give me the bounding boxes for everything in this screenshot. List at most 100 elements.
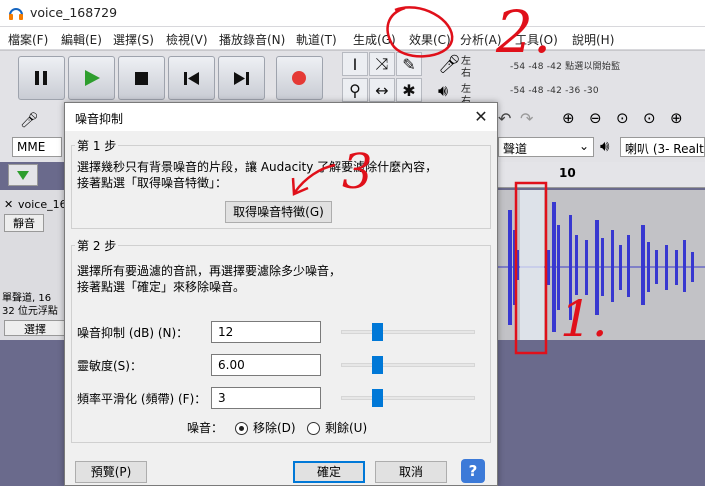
noise-reduction-slider[interactable] <box>341 330 475 334</box>
cancel-button[interactable]: 取消 <box>375 461 447 483</box>
timeshift-icon: ↔ <box>375 80 389 100</box>
skip-end-button[interactable] <box>218 56 265 100</box>
menu-effect[interactable]: 效果(C) <box>409 31 451 48</box>
remove-radio[interactable] <box>235 422 248 435</box>
noise-reduction-dialog: 噪音抑制 ✕ 第 1 步 選擇幾秒只有背景噪音的片段，讓 Audacity 了解… <box>64 102 498 486</box>
menu-view[interactable]: 檢視(V) <box>166 31 208 48</box>
menu-transport[interactable]: 播放錄音(N) <box>219 31 285 48</box>
sensitivity-slider[interactable] <box>341 363 475 367</box>
menu-tools[interactable]: 工具(O) <box>515 31 558 48</box>
multi-tool[interactable]: ✱ <box>396 78 422 102</box>
audio-host-value: MME <box>17 140 46 154</box>
get-noise-profile-button[interactable]: 取得噪音特徵(G) <box>225 201 332 223</box>
step1-text-line1: 選擇幾秒只有背景噪音的片段，讓 Audacity 了解要濾除什麼內容， <box>77 160 438 174</box>
multi-tool-icon: ✱ <box>402 80 416 100</box>
output-device-value: 喇叭 (3- Realte <box>625 142 705 156</box>
timeline-options-button[interactable] <box>8 164 38 186</box>
magnifier-icon: ⚲ <box>349 80 361 100</box>
track-select-button[interactable]: 選擇 <box>4 320 66 336</box>
envelope-tool[interactable]: ⤨ <box>369 52 395 76</box>
step1-title: 第 1 步 <box>75 137 119 154</box>
sensitivity-input[interactable]: 6.00 <box>211 354 321 376</box>
skip-start-icon <box>184 72 199 85</box>
pencil-icon: ✎ <box>402 54 416 74</box>
speaker-icon: 🔊︎ <box>438 81 449 100</box>
help-button[interactable]: ? <box>461 459 485 483</box>
draw-tool[interactable]: ✎ <box>396 52 422 76</box>
frequency-smoothing-slider[interactable] <box>341 396 475 400</box>
ibeam-icon: I <box>352 54 358 74</box>
fit-selection-icon[interactable]: ⊙ <box>616 109 629 127</box>
output-speaker-icon: 🔊︎ <box>600 137 610 155</box>
noise-reduction-input[interactable]: 12 <box>211 321 321 343</box>
skip-end-icon <box>234 72 249 85</box>
step1-text-line2: 接著點選「取得噪音特徵」： <box>77 176 228 190</box>
zoom-toggle-icon[interactable]: ⊕ <box>670 109 683 127</box>
playback-meter-scale[interactable]: -54 -48 -42 -36 -30 <box>510 86 599 96</box>
ok-button[interactable]: 確定 <box>293 461 365 483</box>
step2-text-line2: 接著點選「確定」來移除噪音。 <box>77 280 246 294</box>
stop-icon <box>135 72 148 85</box>
menu-analyze[interactable]: 分析(A) <box>460 31 502 48</box>
frequency-smoothing-label: 頻率平滑化 (頻帶) (F)： <box>77 392 207 406</box>
waveform[interactable] <box>495 190 705 340</box>
step2-title: 第 2 步 <box>75 237 119 254</box>
track-name[interactable]: voice_16 <box>18 198 67 211</box>
envelope-icon: ⤨ <box>375 54 389 73</box>
step2-text-line1: 選擇所有要過濾的音訊，再選擇要濾除多少噪音， <box>77 264 342 278</box>
residue-radio-label[interactable]: 剩餘(U) <box>325 421 367 436</box>
zoom-tool[interactable]: ⚲ <box>342 78 368 102</box>
waveform-graph <box>495 190 705 340</box>
frequency-smoothing-input[interactable]: 3 <box>211 387 321 409</box>
zoom-in-icon[interactable]: ⊕ <box>562 109 575 127</box>
sensitivity-label: 靈敏度(S)： <box>77 359 142 373</box>
noise-reduction-slider-thumb[interactable] <box>372 323 383 341</box>
fit-project-icon[interactable]: ⊙ <box>643 109 656 127</box>
menu-select[interactable]: 選擇(S) <box>113 31 154 48</box>
track-close-icon[interactable]: ✕ <box>4 198 13 211</box>
chevron-down-icon: ⌄ <box>578 139 589 153</box>
window-titlebar: voice_168729 <box>0 0 705 26</box>
undo-icon[interactable]: ↶ <box>498 109 511 128</box>
selection-tool[interactable]: I <box>342 52 368 76</box>
window-title: voice_168729 <box>30 5 118 20</box>
mute-button[interactable]: 靜音 <box>4 214 44 232</box>
close-icon[interactable]: ✕ <box>469 107 493 127</box>
menu-file[interactable]: 檔案(F) <box>8 31 48 48</box>
channels-value: 聲道 <box>503 142 528 156</box>
mic-volume-icon: 🎤︎ <box>20 111 40 129</box>
output-device-select[interactable]: 喇叭 (3- Realte <box>620 137 705 157</box>
timeline-ruler[interactable]: 10 <box>495 162 705 188</box>
menu-generate[interactable]: 生成(G) <box>353 31 396 48</box>
microphone-icon: 🎤︎ <box>438 54 461 75</box>
frequency-smoothing-slider-thumb[interactable] <box>372 389 383 407</box>
noise-reduction-label: 噪音抑制 (dB) (N)： <box>77 326 189 340</box>
menu-edit[interactable]: 編輯(E) <box>61 31 102 48</box>
play-icon <box>85 70 100 86</box>
play-button[interactable] <box>68 56 115 100</box>
record-meter-scale[interactable]: -54 -48 -42 點選以開始監 <box>510 59 620 72</box>
noise-mode-label: 噪音： <box>187 421 224 435</box>
zoom-out-icon[interactable]: ⊖ <box>589 109 602 127</box>
pause-icon <box>35 71 47 85</box>
dialog-title: 噪音抑制 <box>75 112 124 126</box>
pause-button[interactable] <box>18 56 65 100</box>
record-button[interactable] <box>276 56 323 100</box>
remove-radio-label[interactable]: 移除(D) <box>253 421 296 436</box>
help-icon: ? <box>468 462 478 480</box>
triangle-down-icon <box>17 171 29 180</box>
record-icon <box>292 71 306 85</box>
rec-meter-right: 右 <box>461 68 471 79</box>
residue-radio[interactable] <box>307 422 320 435</box>
skip-start-button[interactable] <box>168 56 215 100</box>
redo-icon[interactable]: ↷ <box>520 109 533 128</box>
sensitivity-slider-thumb[interactable] <box>372 356 383 374</box>
audio-host-select[interactable]: MME <box>12 137 62 157</box>
timeshift-tool[interactable]: ↔ <box>369 78 395 102</box>
stop-button[interactable] <box>118 56 165 100</box>
menu-help[interactable]: 說明(H) <box>572 31 614 48</box>
dialog-titlebar: 噪音抑制 ✕ <box>65 103 497 131</box>
menu-tracks[interactable]: 軌道(T) <box>296 31 337 48</box>
channels-select[interactable]: 聲道 ⌄ <box>498 137 594 157</box>
preview-button[interactable]: 預覽(P) <box>75 461 147 483</box>
